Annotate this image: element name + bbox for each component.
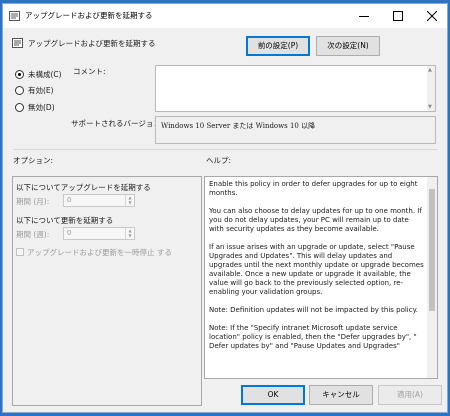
upgrade-defer-label: 以下についてアップグレードを延期する	[16, 183, 151, 192]
help-paragraph: If an issue arises with an upgrade or up…	[209, 243, 424, 296]
comment-label: コメント:	[73, 67, 106, 76]
radio-button[interactable]	[15, 86, 24, 95]
options-label: オプション:	[13, 156, 54, 165]
supported-on-label: サポートされるバージョン:	[71, 119, 164, 128]
help-paragraph: Note: Definition updates will not be imp…	[209, 306, 418, 314]
supported-on-field: Windows 10 Server または Windows 10 以降	[155, 116, 436, 144]
help-text: Enable this policy in order to defer upg…	[209, 180, 424, 360]
policy-dialog-window: アップグレードおよび更新を延期する アップグレードおよび更新を延期する 前の設定…	[2, 3, 448, 413]
next-setting-button[interactable]: 次の設定(N)	[316, 36, 380, 56]
scroll-thumb[interactable]	[429, 189, 435, 311]
apply-button[interactable]: 適用(A)	[378, 385, 442, 405]
minimize-icon	[359, 16, 369, 17]
maximize-icon	[393, 11, 403, 21]
scroll-up-icon[interactable]: ▲	[428, 67, 432, 73]
ok-button[interactable]: OK	[241, 385, 305, 405]
radio-button[interactable]	[15, 70, 24, 79]
pause-checkbox[interactable]	[16, 248, 24, 256]
options-panel: 以下についてアップグレードを延期する 期間 (月): 0 ▲ ▼ 以下について更新…	[12, 176, 202, 406]
radio-label: 未構成(C)	[28, 70, 62, 79]
radio-button[interactable]	[15, 103, 24, 112]
months-value: 0	[67, 196, 72, 204]
supported-on-value: Windows 10 Server または Windows 10 以降	[161, 122, 316, 130]
weeks-label: 期間 (週):	[16, 230, 50, 239]
weeks-value: 0	[67, 229, 72, 237]
weeks-stepper[interactable]: 0 ▲ ▼	[63, 227, 135, 240]
policy-setting-icon	[9, 11, 20, 21]
help-paragraph: You can also choose to delay updates for…	[209, 207, 422, 233]
help-paragraph: Enable this policy in order to defer upg…	[209, 180, 418, 197]
close-icon	[427, 11, 437, 21]
close-button[interactable]	[415, 4, 449, 28]
radio-label: 有効(E)	[28, 86, 54, 95]
cancel-button[interactable]: キャンセル	[309, 385, 373, 405]
scroll-down-icon[interactable]: ▼	[428, 104, 432, 110]
help-paragraph: Note: If the "Specify intranet Microsoft…	[209, 324, 417, 350]
policy-icon	[12, 38, 23, 48]
pause-label: アップグレードおよび更新を一時停止 する	[27, 248, 172, 257]
help-scrollbar[interactable]	[427, 177, 437, 378]
maximize-button[interactable]	[381, 4, 415, 28]
minimize-button[interactable]	[347, 4, 381, 28]
months-label: 期間 (月):	[16, 197, 50, 206]
months-stepper[interactable]: 0 ▲ ▼	[63, 194, 135, 207]
comment-textarea[interactable]: ▲ ▼	[155, 65, 436, 112]
help-label: ヘルプ:	[206, 156, 232, 165]
spin-arrows-icon[interactable]: ▲ ▼	[125, 195, 134, 206]
updates-defer-label: 以下について更新を延期する	[16, 216, 114, 225]
comment-scrollbar[interactable]: ▲ ▼	[427, 66, 435, 111]
window-title: アップグレードおよび更新を延期する	[25, 11, 153, 20]
spin-arrows-icon[interactable]: ▲ ▼	[125, 228, 134, 239]
radio-label: 無効(D)	[28, 103, 55, 112]
policy-name: アップグレードおよび更新を延期する	[28, 39, 156, 48]
help-panel: Enable this policy in order to defer upg…	[204, 176, 438, 379]
divider	[13, 149, 437, 150]
previous-setting-button[interactable]: 前の設定(P)	[246, 36, 310, 56]
title-bar: アップグレードおよび更新を延期する	[3, 4, 447, 28]
